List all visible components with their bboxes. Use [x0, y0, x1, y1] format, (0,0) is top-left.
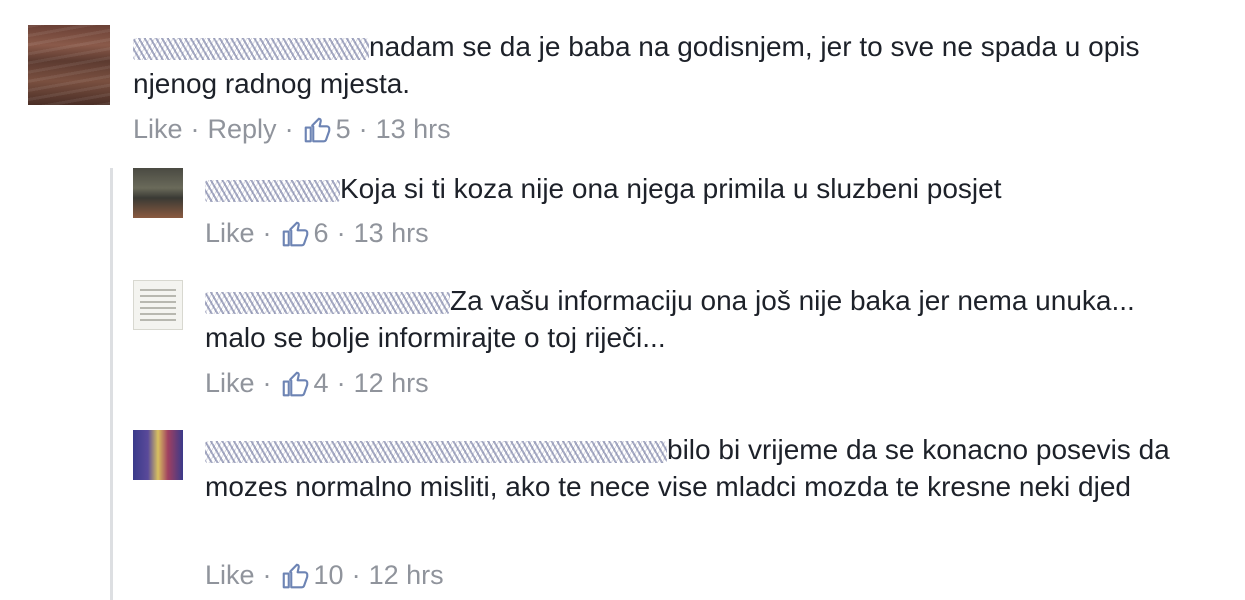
comment-text-block: bilo bi vrijeme da se konacno posevis da…	[205, 431, 1195, 505]
thumbs-up-outline-icon	[282, 221, 308, 246]
reply-thread-line	[110, 168, 113, 600]
like-count-value: 6	[313, 218, 329, 248]
like-count[interactable]: 6	[280, 218, 329, 249]
comment-text: Koja si ti koza nije ona njega primila u…	[340, 173, 1002, 204]
comment-actions: Like · 4 · 12 hrs	[205, 368, 429, 399]
redacted-author-name[interactable]	[133, 38, 369, 60]
separator: ·	[336, 368, 346, 398]
comment-text-block: Koja si ti koza nije ona njega primila u…	[205, 170, 1205, 207]
redacted-author-name[interactable]	[205, 441, 667, 463]
like-count-value: 10	[313, 560, 344, 590]
reply-link[interactable]: Reply	[208, 114, 277, 145]
avatar[interactable]	[28, 25, 110, 105]
like-count[interactable]: 10	[280, 560, 344, 591]
avatar[interactable]	[133, 168, 183, 218]
thumbs-up-outline-icon	[282, 563, 308, 588]
avatar[interactable]	[133, 280, 183, 330]
redacted-author-name[interactable]	[205, 180, 340, 202]
separator: ·	[351, 560, 361, 590]
like-count-value: 5	[335, 114, 351, 144]
timestamp[interactable]: 13 hrs	[376, 114, 451, 145]
separator: ·	[262, 218, 272, 248]
thumbs-up-outline-icon	[282, 371, 308, 396]
separator: ·	[190, 114, 200, 144]
separator: ·	[358, 114, 368, 144]
like-link[interactable]: Like	[133, 114, 183, 145]
separator: ·	[262, 560, 272, 590]
redacted-author-name[interactable]	[205, 292, 450, 314]
timestamp[interactable]: 13 hrs	[354, 218, 429, 249]
separator: ·	[284, 114, 294, 144]
like-count[interactable]: 5	[302, 114, 351, 145]
timestamp[interactable]: 12 hrs	[369, 560, 444, 591]
separator: ·	[262, 368, 272, 398]
thumbs-up-outline-icon	[304, 117, 330, 142]
comment-text-block: Za vašu informaciju ona još nije baka je…	[205, 282, 1165, 356]
comment-actions: Like · Reply · 5 · 13 hrs	[133, 114, 451, 145]
like-count-value: 4	[313, 368, 329, 398]
comment-thread: nadam se da je baba na godisnjem, jer to…	[0, 0, 1245, 600]
comment-actions: Like · 10 · 12 hrs	[205, 560, 444, 591]
comment-text-block: nadam se da je baba na godisnjem, jer to…	[133, 28, 1213, 102]
separator: ·	[336, 218, 346, 248]
avatar[interactable]	[133, 430, 183, 480]
comment-actions: Like · 6 · 13 hrs	[205, 218, 429, 249]
like-link[interactable]: Like	[205, 368, 255, 399]
like-count[interactable]: 4	[280, 368, 329, 399]
like-link[interactable]: Like	[205, 560, 255, 591]
like-link[interactable]: Like	[205, 218, 255, 249]
timestamp[interactable]: 12 hrs	[354, 368, 429, 399]
